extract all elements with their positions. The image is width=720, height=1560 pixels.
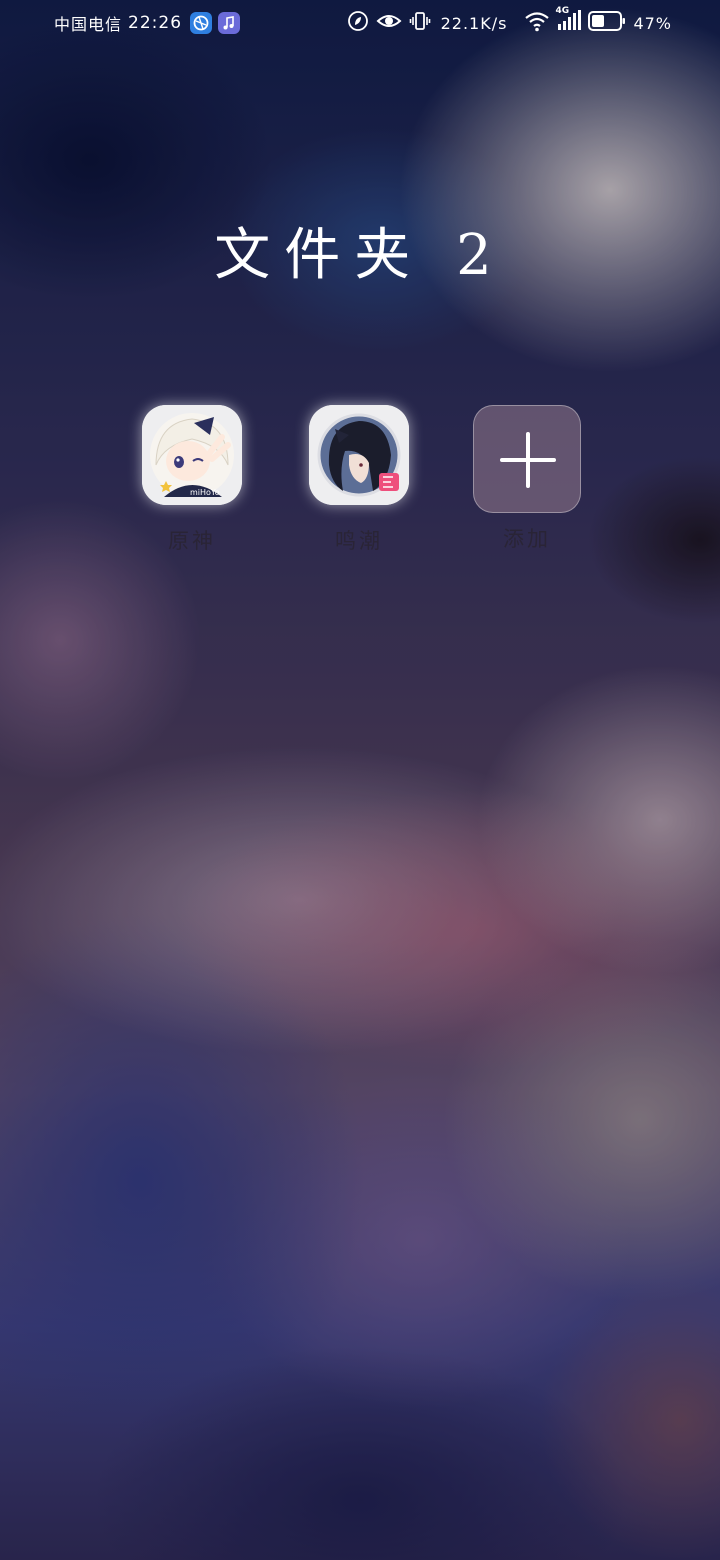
music-notification-icon [218, 12, 241, 34]
plus-icon[interactable] [473, 405, 581, 513]
wuthering-waves-app-icon[interactable] [309, 405, 409, 505]
add-label: 添加 [503, 527, 551, 551]
battery-percentage: 47% [633, 13, 672, 33]
cellular-signal-icon: 4G [555, 6, 582, 37]
eye-comfort-leaf-icon [347, 10, 369, 37]
browser-notification-icon [190, 12, 213, 34]
battery-icon [588, 10, 626, 37]
status-bar-right: 22.1K/s 4G 47% [340, 6, 672, 37]
add-app-button[interactable]: 添加 [472, 405, 582, 553]
status-bar-left: 中国电信 22:26 [54, 10, 246, 36]
app-genshin[interactable]: miHoYo 原神 [137, 405, 247, 555]
genshin-icon-text: miHoYo [190, 488, 220, 497]
home-screen: 中国电信 22:26 22.1K/s 4G 47% 文件夹 2 miHoYo 原… [0, 0, 720, 1560]
genshin-app-icon[interactable]: miHoYo [142, 405, 242, 505]
carrier-name: 中国电信 [54, 15, 123, 34]
app-label-genshin: 原神 [168, 529, 216, 553]
app-wuthering-waves[interactable]: 鸣潮 [304, 405, 414, 555]
app-label-wuthering-waves: 鸣潮 [335, 529, 383, 553]
status-bar: 中国电信 22:26 22.1K/s 4G 47% [0, 0, 720, 46]
network-type: 4G [555, 5, 570, 16]
network-speed: 22.1K/s [440, 13, 508, 33]
clock: 22:26 [128, 13, 183, 33]
vibrate-icon [409, 10, 431, 37]
wifi-icon [524, 10, 550, 37]
folder-title[interactable]: 文件夹 2 [0, 210, 720, 291]
eye-icon [376, 11, 402, 36]
